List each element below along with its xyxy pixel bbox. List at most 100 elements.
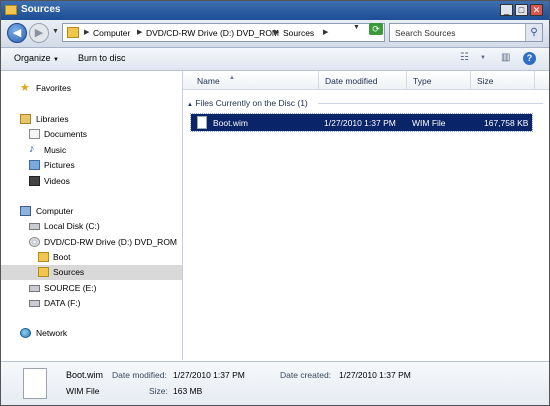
nav-music[interactable]: ♪ Music xyxy=(1,143,182,158)
nav-label: DVD/CD-RW Drive (D:) DVD_ROM xyxy=(44,237,178,247)
group-divider xyxy=(318,103,543,104)
refresh-icon[interactable]: ⟳ xyxy=(369,23,383,35)
column-name[interactable]: Name ▲ xyxy=(191,71,319,89)
forward-arrow-icon: ▶ xyxy=(34,27,44,39)
nav-libraries[interactable]: Libraries xyxy=(1,112,182,127)
address-toolbar: ◀ ▶ ▼ ▶ Computer ▶ DVD/CD-RW Drive (D:) … xyxy=(1,20,549,48)
address-box[interactable]: ▶ Computer ▶ DVD/CD-RW Drive (D:) DVD_RO… xyxy=(62,23,385,42)
chevron-right-icon[interactable]: ▶ xyxy=(323,28,328,36)
search-placeholder: Search Sources xyxy=(395,28,456,38)
pictures-icon xyxy=(29,160,40,170)
details-size-label: Size: xyxy=(149,386,168,396)
nav-videos[interactable]: Videos xyxy=(1,174,182,189)
network-icon xyxy=(20,328,31,338)
chevron-down-icon: ▼ xyxy=(53,57,59,63)
nav-favorites[interactable]: ★ Favorites xyxy=(1,81,182,96)
breadcrumb-sources[interactable]: Sources xyxy=(283,28,314,38)
breadcrumb-dvd-drive[interactable]: DVD/CD-RW Drive (D:) DVD_ROM xyxy=(146,28,279,38)
star-icon: ★ xyxy=(20,82,30,94)
chevron-right-icon[interactable]: ▶ xyxy=(137,28,142,36)
group-label: Files Currently on the Disc (1) xyxy=(195,98,308,108)
chevron-right-icon[interactable]: ▶ xyxy=(84,28,89,36)
views-dropdown-icon[interactable]: ▼ xyxy=(480,55,486,61)
group-header[interactable]: ▲ Files Currently on the Disc (1) xyxy=(187,98,308,108)
dvd-icon xyxy=(29,237,40,247)
nav-label: Libraries xyxy=(36,114,69,124)
command-bar: Organize ▼ Burn to disc ☷ ▼ ▥ ? xyxy=(1,48,549,71)
column-label: Date modified xyxy=(325,76,378,86)
file-icon xyxy=(23,368,47,399)
column-label: Type xyxy=(413,76,432,86)
preview-pane-icon[interactable]: ▥ xyxy=(501,52,510,63)
maximize-button[interactable]: □ xyxy=(515,4,528,16)
column-date-modified[interactable]: Date modified xyxy=(319,71,407,89)
column-size[interactable]: Size xyxy=(471,71,535,89)
details-date-modified-label: Date modified: xyxy=(112,370,167,380)
nav-local-disk[interactable]: Local Disk (C:) xyxy=(1,219,182,234)
file-icon xyxy=(197,116,207,129)
help-icon[interactable]: ? xyxy=(523,52,536,65)
nav-label: Music xyxy=(44,145,67,155)
folder-icon xyxy=(5,5,17,15)
file-type: WIM File xyxy=(412,118,446,128)
title-bar[interactable]: Sources _ □ ✕ xyxy=(1,1,549,20)
organize-button[interactable]: Organize ▼ xyxy=(14,53,59,63)
breadcrumb-computer[interactable]: Computer xyxy=(93,28,130,38)
nav-label: Documents xyxy=(44,129,87,139)
search-input[interactable]: Search Sources ⚲ xyxy=(389,23,543,42)
nav-label: Boot xyxy=(53,252,71,262)
videos-icon xyxy=(29,176,40,186)
window-title: Sources xyxy=(21,4,61,15)
column-label: Name xyxy=(197,76,220,86)
address-dropdown[interactable]: ▼ xyxy=(353,24,360,31)
search-icon[interactable]: ⚲ xyxy=(525,24,542,41)
nav-label: DATA (F:) xyxy=(44,298,81,308)
nav-source-drive[interactable]: SOURCE (E:) xyxy=(1,281,182,296)
nav-label: Favorites xyxy=(36,83,71,93)
folder-icon xyxy=(67,27,79,38)
explorer-window: Sources _ □ ✕ ◀ ▶ ▼ ▶ Computer ▶ DVD/CD-… xyxy=(0,0,550,406)
nav-documents[interactable]: Documents xyxy=(1,127,182,142)
chevron-down-icon: ▲ xyxy=(187,102,193,108)
minimize-button[interactable]: _ xyxy=(500,4,513,16)
nav-label: SOURCE (E:) xyxy=(44,283,97,293)
nav-network[interactable]: Network xyxy=(1,326,182,341)
back-button[interactable]: ◀ xyxy=(7,23,27,43)
nav-data-drive[interactable]: DATA (F:) xyxy=(1,296,182,311)
disk-icon xyxy=(29,300,40,307)
details-file-name: Boot.wim xyxy=(66,370,104,380)
sort-ascending-icon: ▲ xyxy=(229,75,235,81)
column-label: Size xyxy=(477,76,494,86)
disk-icon xyxy=(29,223,40,230)
column-type[interactable]: Type xyxy=(407,71,471,89)
organize-label: Organize xyxy=(14,53,51,63)
file-date-modified: 1/27/2010 1:37 PM xyxy=(324,118,396,128)
chevron-right-icon[interactable]: ▶ xyxy=(274,28,279,36)
file-list-pane: Name ▲ Date modified Type Size ▲ Files C… xyxy=(183,71,549,360)
nav-boot-folder[interactable]: Boot xyxy=(1,250,182,265)
nav-computer[interactable]: Computer xyxy=(1,204,182,219)
computer-icon xyxy=(20,206,31,216)
forward-button[interactable]: ▶ xyxy=(29,23,49,43)
back-arrow-icon: ◀ xyxy=(12,27,22,39)
nav-sources-folder[interactable]: Sources xyxy=(1,265,182,280)
folder-icon xyxy=(38,267,49,277)
details-size: 163 MB xyxy=(173,386,203,396)
nav-pictures[interactable]: Pictures xyxy=(1,158,182,173)
nav-label: Local Disk (C:) xyxy=(44,221,100,231)
file-size: 167,758 KB xyxy=(484,118,529,128)
nav-label: Computer xyxy=(36,206,74,216)
burn-to-disc-button[interactable]: Burn to disc xyxy=(78,53,126,63)
recent-pages-dropdown[interactable]: ▼ xyxy=(52,28,59,35)
close-button[interactable]: ✕ xyxy=(530,4,543,16)
disk-icon xyxy=(29,285,40,292)
navigation-pane: ★ Favorites Libraries Documents ♪ Music … xyxy=(1,71,183,360)
library-icon xyxy=(20,114,31,124)
file-row[interactable]: Boot.wim 1/27/2010 1:37 PM WIM File 167,… xyxy=(190,113,533,132)
music-icon: ♪ xyxy=(29,143,35,155)
views-icon[interactable]: ☷ xyxy=(460,52,469,63)
nav-label: Videos xyxy=(44,176,70,186)
details-date-modified: 1/27/2010 1:37 PM xyxy=(173,370,245,380)
nav-dvd-drive[interactable]: DVD/CD-RW Drive (D:) DVD_ROM xyxy=(1,235,182,250)
folder-icon xyxy=(38,252,49,262)
